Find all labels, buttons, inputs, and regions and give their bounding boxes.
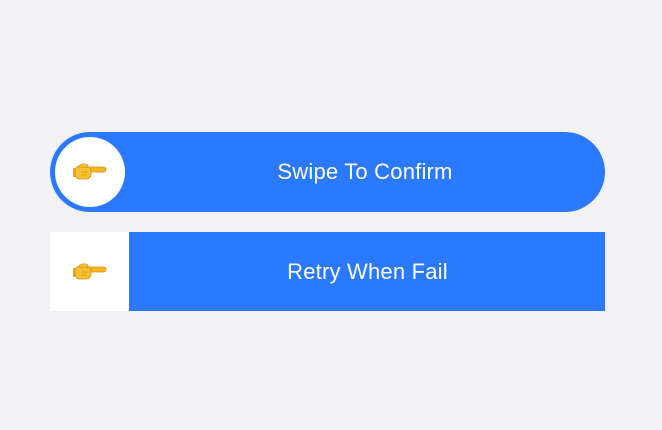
retry-when-fail-slider[interactable]: Retry When Fail <box>50 232 605 311</box>
swipe-confirm-knob[interactable] <box>55 137 125 207</box>
swipe-to-confirm-slider[interactable]: Swipe To Confirm <box>50 132 605 212</box>
retry-slider-knob[interactable] <box>50 232 129 311</box>
pointing-hand-icon <box>72 262 106 279</box>
swipe-confirm-label: Swipe To Confirm <box>277 159 453 184</box>
pointing-hand-icon <box>73 163 107 180</box>
retry-when-fail-label: Retry When Fail <box>287 258 448 284</box>
